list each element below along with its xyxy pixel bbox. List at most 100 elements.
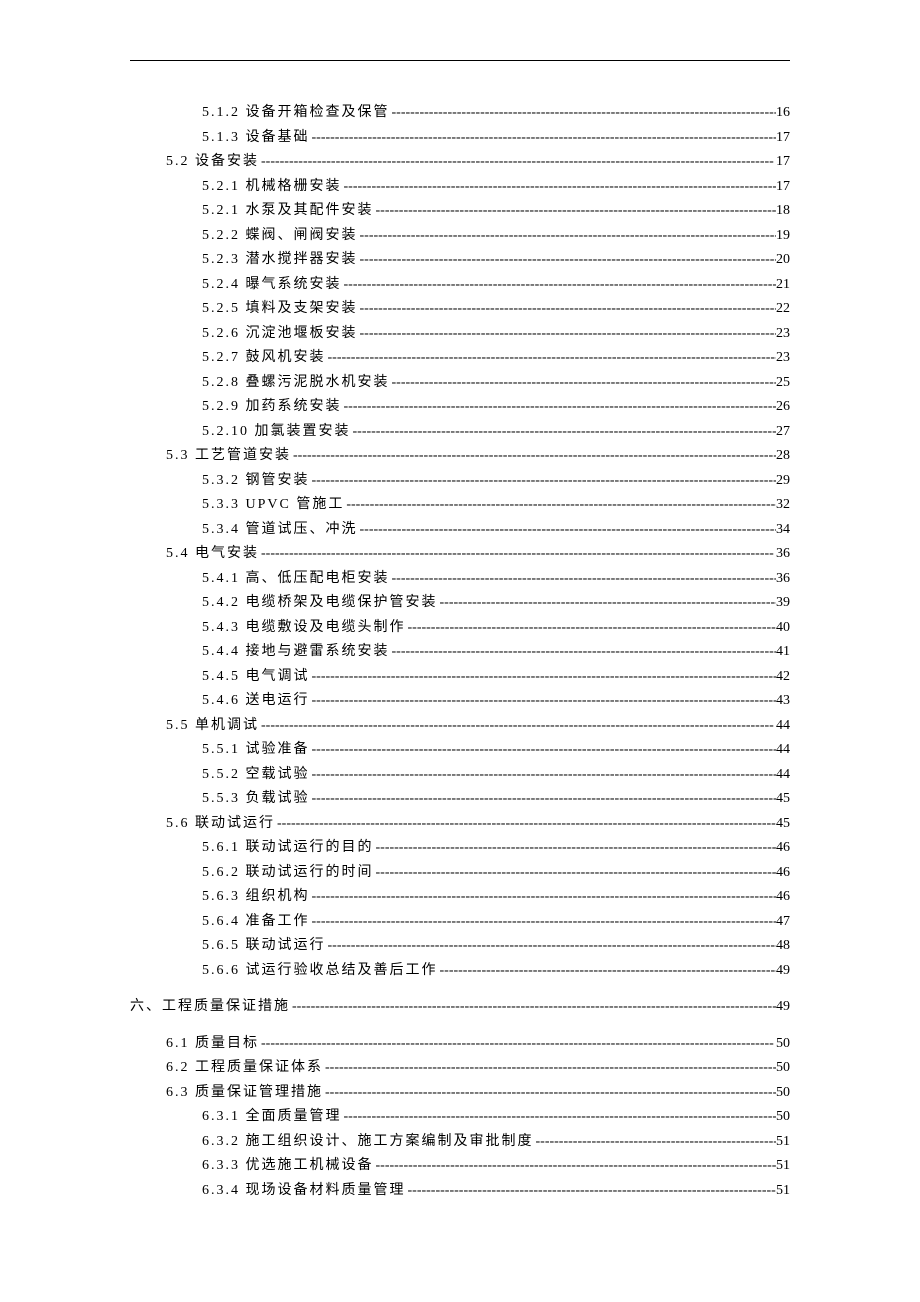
toc-page-number: 44 [776,738,790,763]
toc-label: 5.6.1 联动试运行的目的 [202,836,374,861]
toc-leader [374,836,777,861]
toc-page-number: 44 [776,714,790,739]
toc-leader [374,199,777,224]
toc-leader [310,787,777,812]
toc-leader [310,469,777,494]
toc-page-number: 17 [776,126,790,151]
toc-page-number: 36 [776,567,790,592]
toc-page-number: 36 [776,542,790,567]
toc-leader [310,126,777,151]
toc-leader [390,567,777,592]
toc-leader [358,322,777,347]
toc-label: 六、工程质量保证措施 [130,995,290,1020]
toc-entry: 5.2.7 鼓风机安装23 [130,346,790,371]
toc-leader [344,493,776,518]
toc-label: 5.5.1 试验准备 [202,738,310,763]
toc-page-number: 46 [776,861,790,886]
toc-label: 5.4.2 电缆桥架及电缆保护管安装 [202,591,438,616]
toc-entry: 5.1.3 设备基础 17 [130,126,790,151]
toc-leader [326,934,777,959]
toc-leader [390,101,777,126]
toc-leader [342,273,777,298]
toc-label: 5.3 工艺管道安装 [166,444,291,469]
toc-label: 5.4 电气安装 [166,542,259,567]
toc-label: 5.3.2 钢管安装 [202,469,310,494]
toc-entry: 5.2.9 加药系统安装 26 [130,395,790,420]
toc-entry: 5.6.6 试运行验收总结及善后工作49 [130,959,790,984]
toc-leader [310,885,777,910]
toc-label: 5.4.6 送电运行 [202,689,310,714]
toc-label: 5.4.3 电缆敷设及电缆头制作 [202,616,406,641]
toc-page-number: 32 [776,493,790,518]
toc-leader [342,395,777,420]
toc-entry: 5.6.1 联动试运行的目的46 [130,836,790,861]
toc-label: 5.2.3 潜水搅拌器安装 [202,248,358,273]
toc-leader [438,959,777,984]
toc-page-number: 39 [776,591,790,616]
toc-label: 6.3.2 施工组织设计、施工方案编制及审批制度 [202,1130,534,1155]
toc-leader [342,175,777,200]
toc-label: 5.4.4 接地与避雷系统安装 [202,640,390,665]
table-of-contents: 5.1.2 设备开箱检查及保管165.1.3 设备基础175.2 设备安装175… [130,101,790,1203]
toc-entry: 5.4.3 电缆敷设及电缆头制作40 [130,616,790,641]
toc-label: 5.2.5 填料及支架安装 [202,297,358,322]
toc-label: 6.3.1 全面质量管理 [202,1105,342,1130]
toc-page-number: 22 [776,297,790,322]
toc-page-number: 23 [776,322,790,347]
toc-entry: 5.3.2 钢管安装29 [130,469,790,494]
toc-entry: 5.2.5 填料及支架安装 22 [130,297,790,322]
toc-leader [259,714,776,739]
toc-entry: 5.2.1 机械格栅安装17 [130,175,790,200]
toc-page-number: 50 [776,1105,790,1130]
toc-page-number: 51 [776,1130,790,1155]
toc-label: 5.6.3 组织机构 [202,885,310,910]
toc-page-number: 50 [776,1081,790,1106]
toc-page-number: 42 [776,665,790,690]
toc-page-number: 46 [776,885,790,910]
toc-leader [358,518,777,543]
toc-leader [374,861,777,886]
toc-gap [130,1020,790,1032]
toc-entry: 6.1 质量目标50 [130,1032,790,1057]
toc-page-number: 49 [776,995,790,1020]
toc-page-number: 43 [776,689,790,714]
toc-page-number: 48 [776,934,790,959]
toc-leader [310,910,777,935]
toc-label: 5.4.5 电气调试 [202,665,310,690]
toc-page-number: 18 [776,199,790,224]
toc-label: 5.2.1 机械格栅安装 [202,175,342,200]
toc-leader [358,224,777,249]
toc-label: 5.2.7 鼓风机安装 [202,346,326,371]
toc-entry: 5.2.8 叠螺污泥脱水机安装25 [130,371,790,396]
toc-label: 5.6.6 试运行验收总结及善后工作 [202,959,438,984]
toc-label: 5.2.9 加药系统安装 [202,395,342,420]
toc-entry: 5.3 工艺管道安装28 [130,444,790,469]
toc-leader [323,1081,776,1106]
toc-entry: 5.5 单机调试44 [130,714,790,739]
toc-leader [310,689,777,714]
toc-gap [130,983,790,995]
toc-page-number: 34 [776,518,790,543]
toc-label: 5.1.3 设备基础 [202,126,310,151]
toc-leader [259,150,776,175]
toc-entry: 5.2.2 蝶阀、闸阀安装19 [130,224,790,249]
toc-label: 5.5.3 负载试验 [202,787,310,812]
toc-leader [351,420,777,445]
toc-page-number: 26 [776,395,790,420]
toc-leader [534,1130,777,1155]
toc-label: 5.2.8 叠螺污泥脱水机安装 [202,371,390,396]
toc-label: 5.6.2 联动试运行的时间 [202,861,374,886]
toc-label: 5.1.2 设备开箱检查及保管 [202,101,390,126]
toc-leader [259,542,776,567]
toc-entry: 5.3.4 管道试压、冲洗34 [130,518,790,543]
toc-entry: 5.6.3 组织机构 46 [130,885,790,910]
toc-label: 6.1 质量目标 [166,1032,259,1057]
document-page: 5.1.2 设备开箱检查及保管165.1.3 设备基础175.2 设备安装175… [0,60,920,1203]
toc-entry: 5.6.5 联动试运行48 [130,934,790,959]
toc-page-number: 41 [776,640,790,665]
toc-entry: 5.6.4 准备工作47 [130,910,790,935]
toc-leader [438,591,777,616]
toc-entry: 5.6 联动试运行45 [130,812,790,837]
toc-leader [406,1179,777,1204]
toc-leader [259,1032,776,1057]
